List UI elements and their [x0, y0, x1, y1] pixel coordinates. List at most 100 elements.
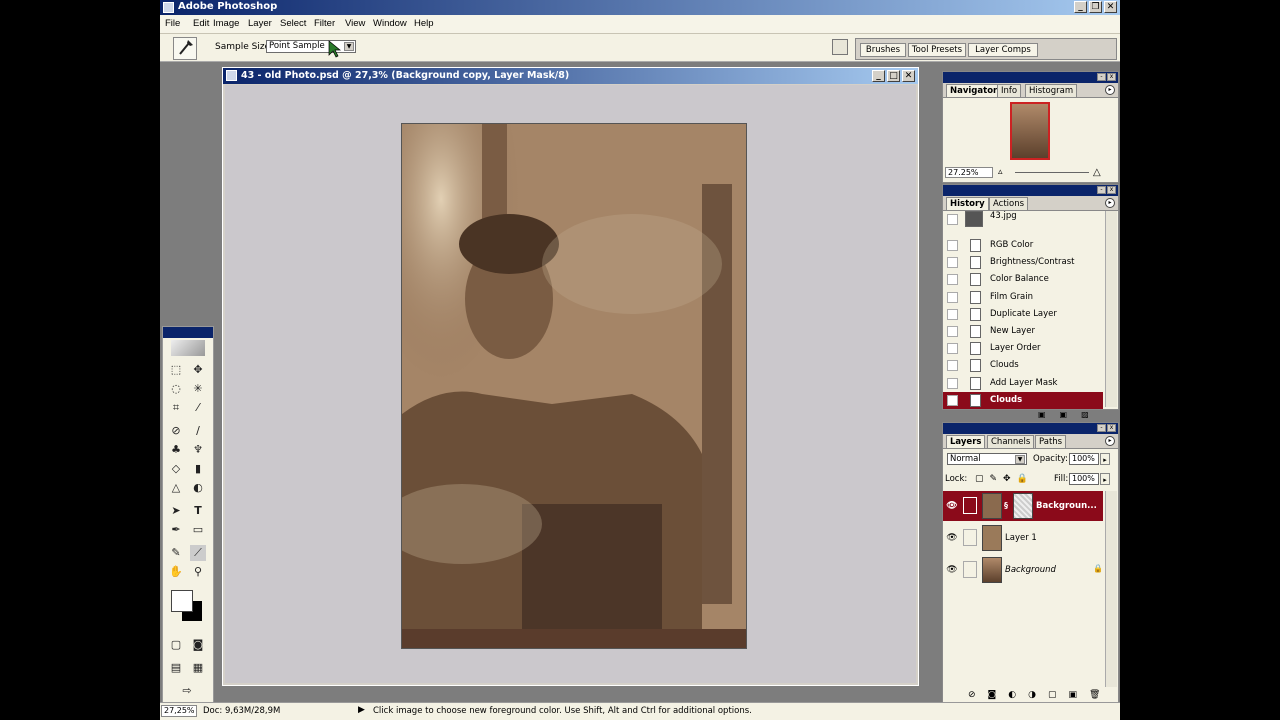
- navigator-zoom-slider[interactable]: [1015, 172, 1089, 173]
- dodge-tool-icon[interactable]: ◐: [190, 480, 206, 496]
- history-brush-source-checkbox[interactable]: [947, 360, 958, 372]
- zoom-tool-icon[interactable]: ⚲: [190, 564, 206, 580]
- history-item[interactable]: RGB Color: [943, 237, 1103, 254]
- menu-help[interactable]: Help: [414, 18, 434, 29]
- link-box[interactable]: [963, 529, 977, 546]
- panel-menu-icon[interactable]: ▸: [1105, 436, 1115, 446]
- history-scrollbar[interactable]: [1105, 211, 1117, 407]
- eyedropper-tool-preset-icon[interactable]: [173, 37, 197, 60]
- history-item[interactable]: Clouds: [943, 391, 1103, 409]
- menu-filter[interactable]: Filter: [314, 18, 335, 29]
- history-item[interactable]: Film Grain: [943, 289, 1103, 306]
- toolbox-header[interactable]: [163, 327, 213, 338]
- feather-logo-icon[interactable]: [171, 340, 205, 356]
- healing-brush-tool-icon[interactable]: ⊘: [168, 423, 184, 439]
- history-brush-source-checkbox[interactable]: [947, 308, 958, 320]
- tab-paths[interactable]: Paths: [1035, 435, 1067, 448]
- tab-history[interactable]: History: [946, 197, 989, 210]
- doc-maximize-button[interactable]: □: [887, 70, 900, 82]
- panel-minimize-button[interactable]: -: [1097, 424, 1106, 432]
- slice-tool-icon[interactable]: ⁄: [190, 400, 206, 416]
- panel-close-button[interactable]: x: [1107, 424, 1116, 432]
- history-brush-source-checkbox[interactable]: [947, 343, 958, 355]
- tab-channels[interactable]: Channels: [987, 435, 1035, 448]
- history-item[interactable]: Clouds: [943, 357, 1103, 374]
- eyedropper-tool-icon[interactable]: ⟋: [190, 545, 206, 561]
- history-brush-source-checkbox[interactable]: [947, 274, 958, 286]
- brush-indicator-icon[interactable]: [963, 497, 977, 514]
- quick-mask-mode-icon[interactable]: ◙: [190, 637, 206, 653]
- hand-tool-icon[interactable]: ✋: [168, 564, 184, 580]
- tab-navigator[interactable]: Navigator: [946, 84, 1002, 97]
- history-item[interactable]: Color Balance: [943, 271, 1103, 288]
- layer-row-background-copy[interactable]: 👁 § Backgroun...: [943, 491, 1103, 521]
- rectangle-tool-icon[interactable]: ▭: [190, 522, 206, 538]
- document-titlebar[interactable]: 43 - old Photo.psd @ 27,3% (Background c…: [223, 68, 918, 84]
- close-button[interactable]: ✕: [1104, 1, 1117, 13]
- history-item[interactable]: Brightness/Contrast: [943, 254, 1103, 271]
- tab-histogram[interactable]: Histogram: [1025, 84, 1078, 97]
- restore-button[interactable]: ❐: [1089, 1, 1102, 13]
- crop-tool-icon[interactable]: ⌗: [168, 400, 184, 416]
- menu-layer[interactable]: Layer: [248, 18, 272, 29]
- doc-minimize-button[interactable]: _: [872, 70, 885, 82]
- pen-tool-icon[interactable]: ✒: [168, 522, 184, 538]
- imageready-jump-icon[interactable]: ⇨: [168, 683, 206, 699]
- zoom-in-icon[interactable]: △: [1093, 167, 1105, 178]
- history-brush-source-checkbox[interactable]: [947, 326, 958, 337]
- history-snapshot[interactable]: 43.jpg: [943, 211, 1103, 228]
- history-brush-source-checkbox[interactable]: [947, 377, 958, 389]
- panel-menu-icon[interactable]: ▸: [1105, 85, 1115, 95]
- clone-stamp-tool-icon[interactable]: ♣: [168, 442, 184, 458]
- history-brush-source-checkbox[interactable]: [947, 214, 958, 225]
- minimize-button[interactable]: _: [1074, 1, 1087, 13]
- gradient-tool-icon[interactable]: ▮: [190, 461, 206, 477]
- link-box[interactable]: [963, 561, 977, 578]
- palette-well-icon[interactable]: [832, 39, 848, 55]
- panel-minimize-button[interactable]: -: [1097, 73, 1106, 81]
- eye-icon[interactable]: 👁: [946, 500, 958, 512]
- document-canvas[interactable]: [225, 85, 916, 683]
- tab-actions[interactable]: Actions: [989, 197, 1029, 210]
- panel-close-button[interactable]: x: [1107, 73, 1116, 81]
- status-arrow-icon[interactable]: ▶: [358, 705, 365, 715]
- marquee-tool-icon[interactable]: ⬚: [168, 362, 184, 378]
- navigator-thumbnail[interactable]: [1010, 102, 1050, 160]
- navigator-zoom-field[interactable]: 27.25%: [945, 167, 993, 178]
- menu-file[interactable]: File: [165, 18, 180, 29]
- eye-icon[interactable]: 👁: [946, 564, 958, 576]
- blur-tool-icon[interactable]: △: [168, 480, 184, 496]
- layers-footer-icons[interactable]: ⊘◙◐◑▢▣🗑: [968, 690, 1112, 700]
- path-selection-tool-icon[interactable]: ➤: [168, 503, 184, 519]
- tab-info[interactable]: Info: [997, 84, 1022, 97]
- history-brush-tool-icon[interactable]: ♆: [190, 442, 206, 458]
- notes-tool-icon[interactable]: ✎: [168, 545, 184, 561]
- layer-mask-thumbnail[interactable]: [1013, 493, 1033, 519]
- menu-image[interactable]: Image: [213, 18, 239, 29]
- menu-view[interactable]: View: [345, 18, 365, 29]
- lock-icons[interactable]: ▢✎✥🔒: [975, 474, 1034, 484]
- history-brush-source-checkbox[interactable]: [947, 257, 958, 269]
- status-zoom-field[interactable]: 27,25%: [161, 705, 197, 717]
- well-tab-layer-comps[interactable]: Layer Comps: [968, 43, 1038, 57]
- panel-minimize-button[interactable]: -: [1097, 186, 1106, 194]
- history-item[interactable]: Duplicate Layer: [943, 306, 1103, 323]
- doc-close-button[interactable]: ✕: [902, 70, 915, 82]
- history-brush-source-checkbox[interactable]: [947, 394, 958, 406]
- layers-panel-header[interactable]: - x: [943, 423, 1118, 434]
- magic-wand-tool-icon[interactable]: ✳: [190, 381, 206, 397]
- panel-close-button[interactable]: x: [1107, 186, 1116, 194]
- opacity-arrow-icon[interactable]: ▸: [1100, 453, 1110, 465]
- menu-select[interactable]: Select: [280, 18, 306, 29]
- fullscreen-mode-icon[interactable]: ▦: [190, 660, 206, 676]
- history-item[interactable]: New Layer: [943, 323, 1103, 340]
- layers-scrollbar[interactable]: [1105, 491, 1117, 687]
- well-tab-tool-presets[interactable]: Tool Presets: [908, 43, 966, 57]
- layer-row-layer-1[interactable]: 👁 Layer 1: [943, 523, 1103, 553]
- photo-image[interactable]: [401, 123, 747, 649]
- screen-mode-icon[interactable]: ▤: [168, 660, 184, 676]
- standard-mode-icon[interactable]: ▢: [168, 637, 184, 653]
- blend-mode-select[interactable]: Normal ▼: [947, 453, 1027, 465]
- eraser-tool-icon[interactable]: ◇: [168, 461, 184, 477]
- well-tab-brushes[interactable]: Brushes: [860, 43, 906, 57]
